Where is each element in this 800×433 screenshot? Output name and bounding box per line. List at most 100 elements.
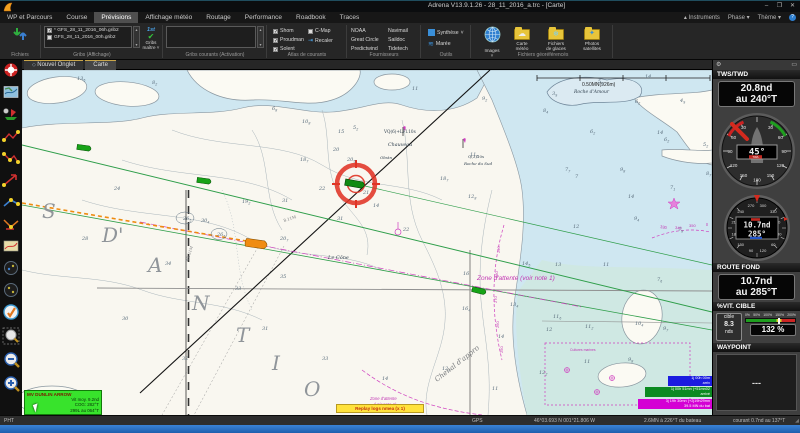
gribs-maitre-button[interactable]: 1st ✔ Gribs maître ˅ <box>141 27 161 50</box>
svg-text:33: 33 <box>235 286 241 292</box>
replay-indicator[interactable]: Replay logs nmea (x 1) <box>336 404 424 413</box>
gribs-courants-scroll[interactable]: ▴ ▾ <box>257 26 264 48</box>
provider-great-circle[interactable]: Great Circle <box>351 37 379 43</box>
route-blue-icon[interactable] <box>3 198 20 207</box>
grib-1-checkbox[interactable] <box>47 28 52 33</box>
svg-text:14: 14 <box>373 203 379 209</box>
tab-course[interactable]: Course <box>59 12 94 23</box>
svg-text:330: 330 <box>770 209 777 214</box>
zoom-out-icon[interactable] <box>4 352 20 368</box>
instruments-menu[interactable]: ▴ Instruments <box>684 14 720 21</box>
panel-menu-icon[interactable]: ▭ <box>791 60 797 70</box>
photos-satellites-button[interactable]: ✦ Photos satellites <box>576 26 608 51</box>
tab-affichage-meteo[interactable]: Affichage météo <box>138 12 199 23</box>
window-title: Adrena V13.9.1.26 - 28_11_2016_a.trc - [… <box>428 2 566 9</box>
status-bar: PHT GPS 46°03.693 N 001°21.806 W 2.6MN à… <box>0 415 800 425</box>
new-tab-button[interactable]: ◇ Nouvel Onglet <box>24 60 84 70</box>
svg-text:33: 33 <box>322 356 328 362</box>
gear-icon[interactable]: ⚙ <box>716 60 721 70</box>
route-edit-icon[interactable] <box>2 152 20 164</box>
synthese-button[interactable]: Synthèse ˅ <box>426 28 466 37</box>
compass-check-icon[interactable] <box>3 304 19 320</box>
target-speed-box: cible 8.3 nds <box>716 313 742 341</box>
vit-cible-header: %VIT. CIBLE <box>713 302 800 311</box>
svg-text:11: 11 <box>584 359 590 365</box>
provider-navimail[interactable]: Navimail <box>388 28 408 34</box>
svg-text:D': D' <box>101 223 124 247</box>
panel-toolbar: ⚙ ▭ <box>713 60 800 70</box>
tab-carte[interactable]: Carte <box>85 60 116 70</box>
satellite-folder-icon: ✦ <box>584 27 600 40</box>
atlas-shom[interactable]: Shom <box>271 27 296 35</box>
svg-text:150: 150 <box>767 173 775 178</box>
grib-2-checkbox[interactable] <box>47 35 52 40</box>
chart-area[interactable]: 0.50MN(926m) 108 15 52 20 205 187 22 21 … <box>22 70 712 415</box>
svg-text:N: N <box>191 291 211 315</box>
minimize-button[interactable]: – <box>761 2 772 11</box>
group-fournisseurs: Fournisseurs <box>369 52 399 58</box>
fichiers-glaces-button[interactable]: ❄ Fichiers de glaces <box>540 26 572 51</box>
eta-box-magenta: 3j 19h 30mn (+2j19h29mn 39.5 MN du bat <box>638 399 712 409</box>
gribs-courants-list[interactable] <box>166 26 256 48</box>
route-multi-icon[interactable] <box>3 219 19 230</box>
tab-traces[interactable]: Traces <box>333 12 367 23</box>
atlas-proudman[interactable]: Proudman <box>271 36 306 44</box>
phase-menu[interactable]: Phase ▾ <box>728 14 750 21</box>
tab-roadbook[interactable]: Roadbook <box>289 12 333 23</box>
gribs-list[interactable]: * GFS_28_11_2016_06h.grib2 GFS_28_11_201… <box>44 26 132 48</box>
theme-menu[interactable]: Thème ▾ <box>758 14 781 21</box>
bearing-circle-icon[interactable] <box>4 283 18 297</box>
svg-text:Zone d'attente: Zone d'attente <box>369 396 397 401</box>
svg-text:VQ(6)+LFl.10s: VQ(6)+LFl.10s <box>383 129 416 134</box>
grib-item-2[interactable]: GFS_28_11_2016_00h.grib2 <box>45 34 131 41</box>
help-icon[interactable]: ? <box>789 14 796 21</box>
gauge-marker <box>777 318 780 324</box>
svg-text:T: T <box>236 323 251 347</box>
chart-icon[interactable] <box>3 86 19 98</box>
atlas-recaler[interactable]: ⇥ Recaler <box>306 36 335 45</box>
gribs-list-scroll[interactable]: ▴ ▾ <box>133 26 140 48</box>
maree-button[interactable]: ≋ Marée <box>426 39 453 49</box>
close-button[interactable]: ✕ <box>787 2 798 11</box>
svg-text:150: 150 <box>740 173 748 178</box>
maximize-button[interactable]: ❐ <box>774 2 785 11</box>
svg-text:30: 30 <box>741 125 747 130</box>
tab-previsions[interactable]: Prévisions <box>94 12 139 23</box>
group-fichiers: Fichiers <box>11 52 29 58</box>
instrument-panel: ⚙ ▭ TWS/TWD 20.8nd au 240°T 30 30 60 60 90… <box>712 60 800 415</box>
provider-noaa[interactable]: NOAA <box>351 28 366 34</box>
route-arrow-icon[interactable] <box>2 174 17 187</box>
mob-lifebuoy-icon[interactable] <box>4 63 18 77</box>
svg-text:30: 30 <box>768 125 774 130</box>
percent-gauge <box>745 318 796 324</box>
svg-text:20: 20 <box>332 147 340 153</box>
tab-routage[interactable]: Routage <box>199 12 238 23</box>
check-icon: ✔ <box>147 32 155 41</box>
svg-text:11: 11 <box>492 386 498 392</box>
georef-photo-icon[interactable] <box>3 240 19 252</box>
route-waypoints-icon[interactable] <box>2 130 20 142</box>
svg-text:150: 150 <box>737 242 744 247</box>
tab-performance[interactable]: Performance <box>238 12 289 23</box>
svg-text:60: 60 <box>771 242 776 247</box>
zoom-window-icon[interactable] <box>2 327 20 345</box>
svg-text:22: 22 <box>402 227 409 233</box>
nautical-chart[interactable]: 0.50MN(926m) 108155220205187222114187128… <box>22 70 712 415</box>
compass-dial: 270 300 240 330 210 0 180 30 150 60 90 1… <box>724 195 790 261</box>
tws-value: 20.8nd au 240°T <box>718 81 795 107</box>
svg-text:260: 260 <box>495 321 500 328</box>
zoom-in-icon[interactable] <box>4 376 20 392</box>
group-gribs-courants: Gribs courants (Activation) <box>185 52 245 58</box>
svg-text:13: 13 <box>555 262 561 268</box>
carte-meteo-button[interactable]: ☁ Carte météo <box>508 26 536 51</box>
atlas-cmap[interactable]: C-Map <box>306 27 333 35</box>
measure-circle-icon[interactable] <box>4 261 18 275</box>
boat-track-icon[interactable] <box>3 108 18 121</box>
svg-text:300: 300 <box>760 203 767 208</box>
svg-text:350: 350 <box>689 223 696 228</box>
tab-wp-et-parcours[interactable]: WP et Parcours <box>0 12 59 23</box>
svg-text:290: 290 <box>496 246 501 253</box>
grib-item-1[interactable]: * GFS_28_11_2016_06h.grib2 <box>45 27 131 34</box>
svg-text:32: 32 <box>182 356 188 362</box>
provider-saildoc[interactable]: Saildoc <box>388 37 405 43</box>
